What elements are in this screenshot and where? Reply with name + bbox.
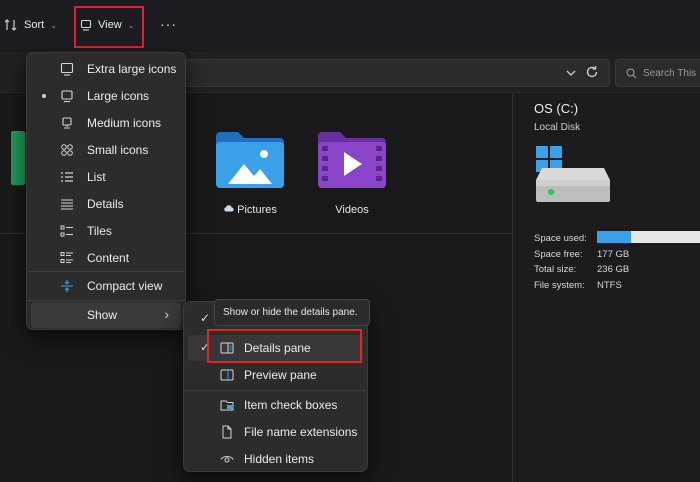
menu-item-large-icons[interactable]: Large icons — [31, 83, 181, 109]
menu-item-hidden-items[interactable]: Hidden items — [188, 446, 363, 472]
videos-folder-icon — [316, 130, 388, 190]
show-submenu: ✓ ✓ Details pane Preview pane Item check… — [183, 301, 368, 472]
menu-item-file-name-extensions[interactable]: File name extensions — [188, 419, 363, 445]
folder-item-videos[interactable]: Videos — [314, 130, 390, 220]
menu-item-label: File name extensions — [244, 425, 358, 439]
space-free-label: Space free: — [534, 249, 583, 260]
monitor-icon — [60, 62, 74, 76]
menu-item-list[interactable]: List — [31, 164, 181, 190]
menu-item-label: Item check boxes — [244, 398, 338, 412]
menu-item-label: Show — [87, 308, 118, 322]
total-size-value: 236 GB — [597, 264, 630, 275]
details-pane: OS (C:) Local Disk Space used: Space fre… — [513, 94, 700, 482]
search-input[interactable]: Search This — [615, 59, 700, 87]
menu-item-tiles[interactable]: Tiles — [31, 218, 181, 244]
details-pane-highlight — [207, 329, 362, 363]
folder-icon[interactable] — [11, 131, 25, 185]
menu-item-label: List — [87, 170, 106, 184]
content-icon — [60, 251, 74, 265]
menu-separator — [27, 271, 185, 272]
view-menu: Extra large icons Large icons Medium ico… — [26, 52, 186, 330]
monitor-stand-icon — [60, 116, 74, 130]
menu-item-content[interactable]: Content — [31, 245, 181, 271]
address-input[interactable] — [185, 59, 610, 87]
more-icon: ··· — [160, 16, 177, 32]
menu-item-compact-view[interactable]: Compact view — [31, 273, 181, 299]
command-bar: Sort ⌄ View ⌄ ··· — [0, 0, 700, 50]
folder-item-pictures[interactable]: Pictures — [212, 130, 288, 220]
folder-label: Pictures — [237, 204, 277, 216]
list-icon — [60, 170, 74, 184]
menu-item-label: Medium icons — [87, 116, 162, 130]
folder-label: Videos — [335, 204, 369, 216]
file-system-value: NTFS — [597, 280, 622, 291]
sort-icon — [4, 19, 18, 31]
menu-item-preview-pane[interactable]: Preview pane — [188, 362, 363, 388]
view-button-highlight — [74, 6, 144, 48]
menu-item-show[interactable]: Show › — [31, 302, 181, 328]
menu-item-label: Large icons — [87, 89, 150, 103]
file-icon — [220, 425, 234, 439]
space-used-label: Space used: — [534, 233, 587, 244]
chevron-down-icon: ⌄ — [50, 20, 57, 30]
selected-bullet-icon — [42, 94, 46, 98]
menu-item-label: Content — [87, 251, 130, 265]
menu-item-medium-icons[interactable]: Medium icons — [31, 110, 181, 136]
menu-item-item-check-boxes[interactable]: Item check boxes — [188, 392, 363, 418]
menu-item-label: Details — [87, 197, 124, 211]
cloud-icon — [223, 204, 234, 216]
monitor-icon — [60, 89, 74, 103]
sort-label: Sort — [24, 19, 45, 31]
space-used-bar-fill — [597, 231, 631, 243]
menu-item-extra-large-icons[interactable]: Extra large icons — [31, 56, 181, 82]
chevron-down-icon[interactable] — [565, 67, 577, 79]
menu-item-small-icons[interactable]: Small icons — [31, 137, 181, 163]
drive-title: OS (C:) — [534, 101, 579, 116]
search-icon — [626, 67, 637, 79]
menu-item-details[interactable]: Details — [31, 191, 181, 217]
local-disk-drive-icon — [534, 144, 614, 206]
eye-icon — [220, 452, 234, 466]
check-boxes-icon — [220, 398, 234, 412]
menu-item-label: Preview pane — [244, 368, 317, 382]
menu-item-label: Compact view — [87, 279, 163, 293]
menu-separator — [184, 390, 367, 391]
menu-item-label: Hidden items — [244, 452, 315, 466]
chevron-right-icon: › — [164, 306, 169, 322]
checkmark-icon: ✓ — [200, 311, 211, 325]
menu-separator — [27, 300, 185, 301]
space-free-value: 177 GB — [597, 249, 630, 260]
menu-item-label: Small icons — [87, 143, 149, 157]
menu-item-label: Extra large icons — [87, 62, 177, 76]
menu-item-label: Tiles — [87, 224, 112, 238]
compact-view-icon — [60, 279, 74, 293]
sort-button[interactable]: Sort ⌄ — [4, 19, 57, 31]
refresh-icon[interactable] — [585, 65, 599, 79]
tiles-icon — [60, 224, 74, 238]
file-system-label: File system: — [534, 280, 585, 291]
more-options-button[interactable]: ··· — [160, 16, 177, 32]
preview-pane-icon — [220, 368, 234, 382]
space-used-bar — [597, 231, 700, 243]
tooltip: Show or hide the details pane. — [214, 299, 370, 326]
details-lines-icon — [60, 197, 74, 211]
small-icons-grid-icon — [60, 143, 74, 157]
search-placeholder: Search This — [643, 67, 697, 79]
drive-subtitle: Local Disk — [534, 122, 581, 133]
pictures-folder-icon — [214, 130, 286, 190]
total-size-label: Total size: — [534, 264, 577, 275]
